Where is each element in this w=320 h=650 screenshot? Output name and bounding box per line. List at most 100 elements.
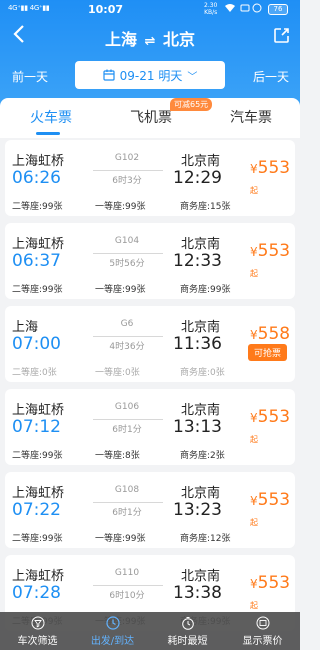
- train-card[interactable]: 上海虹桥 06:26 G102 6时3分 北京南 12:29 ¥553 起 二等座:99张 一等座…: [5, 140, 295, 216]
- duration-line: [93, 336, 163, 337]
- travel-duration: 6时1分: [112, 508, 142, 518]
- departure-station: 上海虹桥: [12, 154, 65, 169]
- train-card[interactable]: 上海07:00G64时36分北京南11:36¥558起可抢票二等座:0张一等座:…: [5, 306, 295, 382]
- second-class-seats: 二等座:99张: [12, 451, 63, 461]
- price-value: 553: [257, 158, 291, 178]
- tab-bus[interactable]: 汽车票: [230, 107, 272, 127]
- date-label: 09-21 明天: [119, 68, 183, 83]
- date-selector[interactable]: 09-21 明天 ﹀: [75, 61, 225, 89]
- arrival-station: 北京南: [181, 320, 221, 335]
- share-icon: [274, 28, 289, 43]
- ticket-price: ¥553 起: [250, 490, 295, 530]
- travel-duration: 6时10分: [109, 591, 145, 601]
- travel-duration: 4时36分: [109, 342, 145, 352]
- first-class-seats: 一等座:0张: [95, 368, 140, 378]
- duration-line: [93, 502, 163, 503]
- price-value: 553: [257, 241, 291, 261]
- train-card[interactable]: 上海虹桥 07:22 G108 6时1分 北京南 13:23 ¥553 起 二等座:99张 一等座…: [5, 472, 295, 548]
- first-class-seats: 一等座:99张: [95, 534, 146, 544]
- network-speed: 2.30 KB/s: [204, 2, 217, 16]
- calendar-icon: [103, 69, 115, 81]
- flight-discount-badge: 可减65元: [170, 98, 213, 111]
- train-card[interactable]: 上海虹桥 06:37 G104 5时56分 北京南 12:33 ¥553 起 二等座:99张 一等…: [5, 223, 295, 299]
- price-value: 558: [257, 324, 291, 344]
- depart-arrive-button[interactable]: 出发/到达: [75, 612, 150, 650]
- from-city: 上海: [104, 30, 137, 49]
- timer-icon: [181, 617, 194, 630]
- arrival-time: 11:36: [173, 334, 222, 354]
- travel-duration: 6时1分: [112, 425, 142, 435]
- next-day-button[interactable]: 后一天: [253, 68, 289, 85]
- departure-time: 06:26: [12, 168, 61, 188]
- train-number: G6: [120, 319, 134, 329]
- notification-icons: [240, 3, 264, 16]
- grab-ticket-button[interactable]: 可抢票: [248, 344, 288, 361]
- arrival-time: 12:33: [173, 251, 222, 271]
- wifi-icon: [224, 2, 236, 16]
- bottom-toolbar: 车次筛选 出发/到达 耗时最短 显示票价: [0, 612, 300, 650]
- price-value: 553: [257, 407, 291, 427]
- departure-time: 06:37: [12, 251, 61, 271]
- network-speed-value: 2.30: [204, 2, 218, 9]
- departure-station: 上海: [12, 320, 39, 335]
- filter-label: 车次筛选: [17, 636, 58, 647]
- business-class-seats: 商务座:15张: [180, 202, 231, 212]
- duration-line: [93, 419, 163, 420]
- ticket-price: ¥553 起: [250, 573, 295, 613]
- show-price-button[interactable]: 显示票价: [225, 612, 300, 650]
- filter-button[interactable]: 车次筛选: [0, 612, 75, 650]
- arrival-station: 北京南: [181, 569, 221, 584]
- arrival-time: 13:13: [173, 417, 222, 437]
- business-class-seats: 商务座:12张: [180, 534, 231, 544]
- filter-icon: [31, 616, 44, 630]
- business-class-seats: 商务座:0张: [180, 368, 225, 378]
- arrival-station: 北京南: [181, 154, 221, 169]
- to-city: 北京: [163, 30, 196, 49]
- status-bar: 4G⁺▮▮ 4G⁺▮▮ 10:07 2.30 KB/s 76: [0, 0, 300, 20]
- price-from-label: 起: [250, 435, 258, 444]
- price-from-label: 起: [250, 269, 258, 278]
- shortest-time-button[interactable]: 耗时最短: [150, 612, 225, 650]
- departure-station: 上海虹桥: [12, 569, 65, 584]
- header: 4G⁺▮▮ 4G⁺▮▮ 10:07 2.30 KB/s 76 上海 ⇌ 北京 前…: [0, 0, 300, 138]
- arrival-station: 北京南: [181, 237, 221, 252]
- status-time: 10:07: [88, 3, 124, 16]
- shortest-time-label: 耗时最短: [167, 636, 208, 647]
- first-class-seats: 一等座:8张: [95, 451, 140, 461]
- duration-line: [93, 253, 163, 254]
- price-value: 553: [257, 490, 291, 510]
- travel-duration: 6时3分: [112, 176, 142, 186]
- departure-station: 上海虹桥: [12, 403, 65, 418]
- arrival-station: 北京南: [181, 486, 221, 501]
- arrival-time: 12:29: [173, 168, 222, 188]
- currency-symbol: ¥: [250, 494, 258, 508]
- train-number: G102: [114, 153, 140, 163]
- travel-duration: 5时56分: [109, 259, 145, 269]
- departure-time: 07:28: [12, 583, 61, 603]
- train-card[interactable]: 上海虹桥 07:12 G106 6时1分 北京南 13:13 ¥553 起 二等座:99张 一等座…: [5, 389, 295, 465]
- ticket-price: ¥553 起: [250, 241, 295, 281]
- duration-line: [93, 170, 163, 171]
- train-number: G106: [114, 402, 140, 412]
- train-number: G104: [114, 236, 140, 246]
- arrival-station: 北京南: [181, 403, 221, 418]
- share-button[interactable]: [273, 27, 290, 44]
- first-class-seats: 一等座:99张: [95, 202, 146, 212]
- currency-symbol: ¥: [250, 328, 258, 342]
- second-class-seats: 二等座:99张: [12, 534, 63, 544]
- departure-time: 07:22: [12, 500, 61, 520]
- network-speed-unit: KB/s: [204, 9, 218, 16]
- ticket-price: ¥553 起: [250, 407, 295, 447]
- currency-symbol: ¥: [250, 577, 258, 591]
- currency-symbol: ¥: [250, 162, 258, 176]
- prev-day-button[interactable]: 前一天: [12, 68, 48, 85]
- chevron-down-icon: ﹀: [187, 71, 198, 83]
- train-number: G108: [114, 485, 140, 495]
- tab-train[interactable]: 火车票: [30, 107, 72, 127]
- route-title[interactable]: 上海 ⇌ 北京: [0, 26, 300, 50]
- currency-symbol: ¥: [250, 245, 258, 259]
- departure-time: 07:00: [12, 334, 61, 354]
- duration-line: [93, 585, 163, 586]
- tab-flight[interactable]: 飞机票: [130, 107, 172, 127]
- swap-icon: ⇌: [144, 34, 156, 49]
